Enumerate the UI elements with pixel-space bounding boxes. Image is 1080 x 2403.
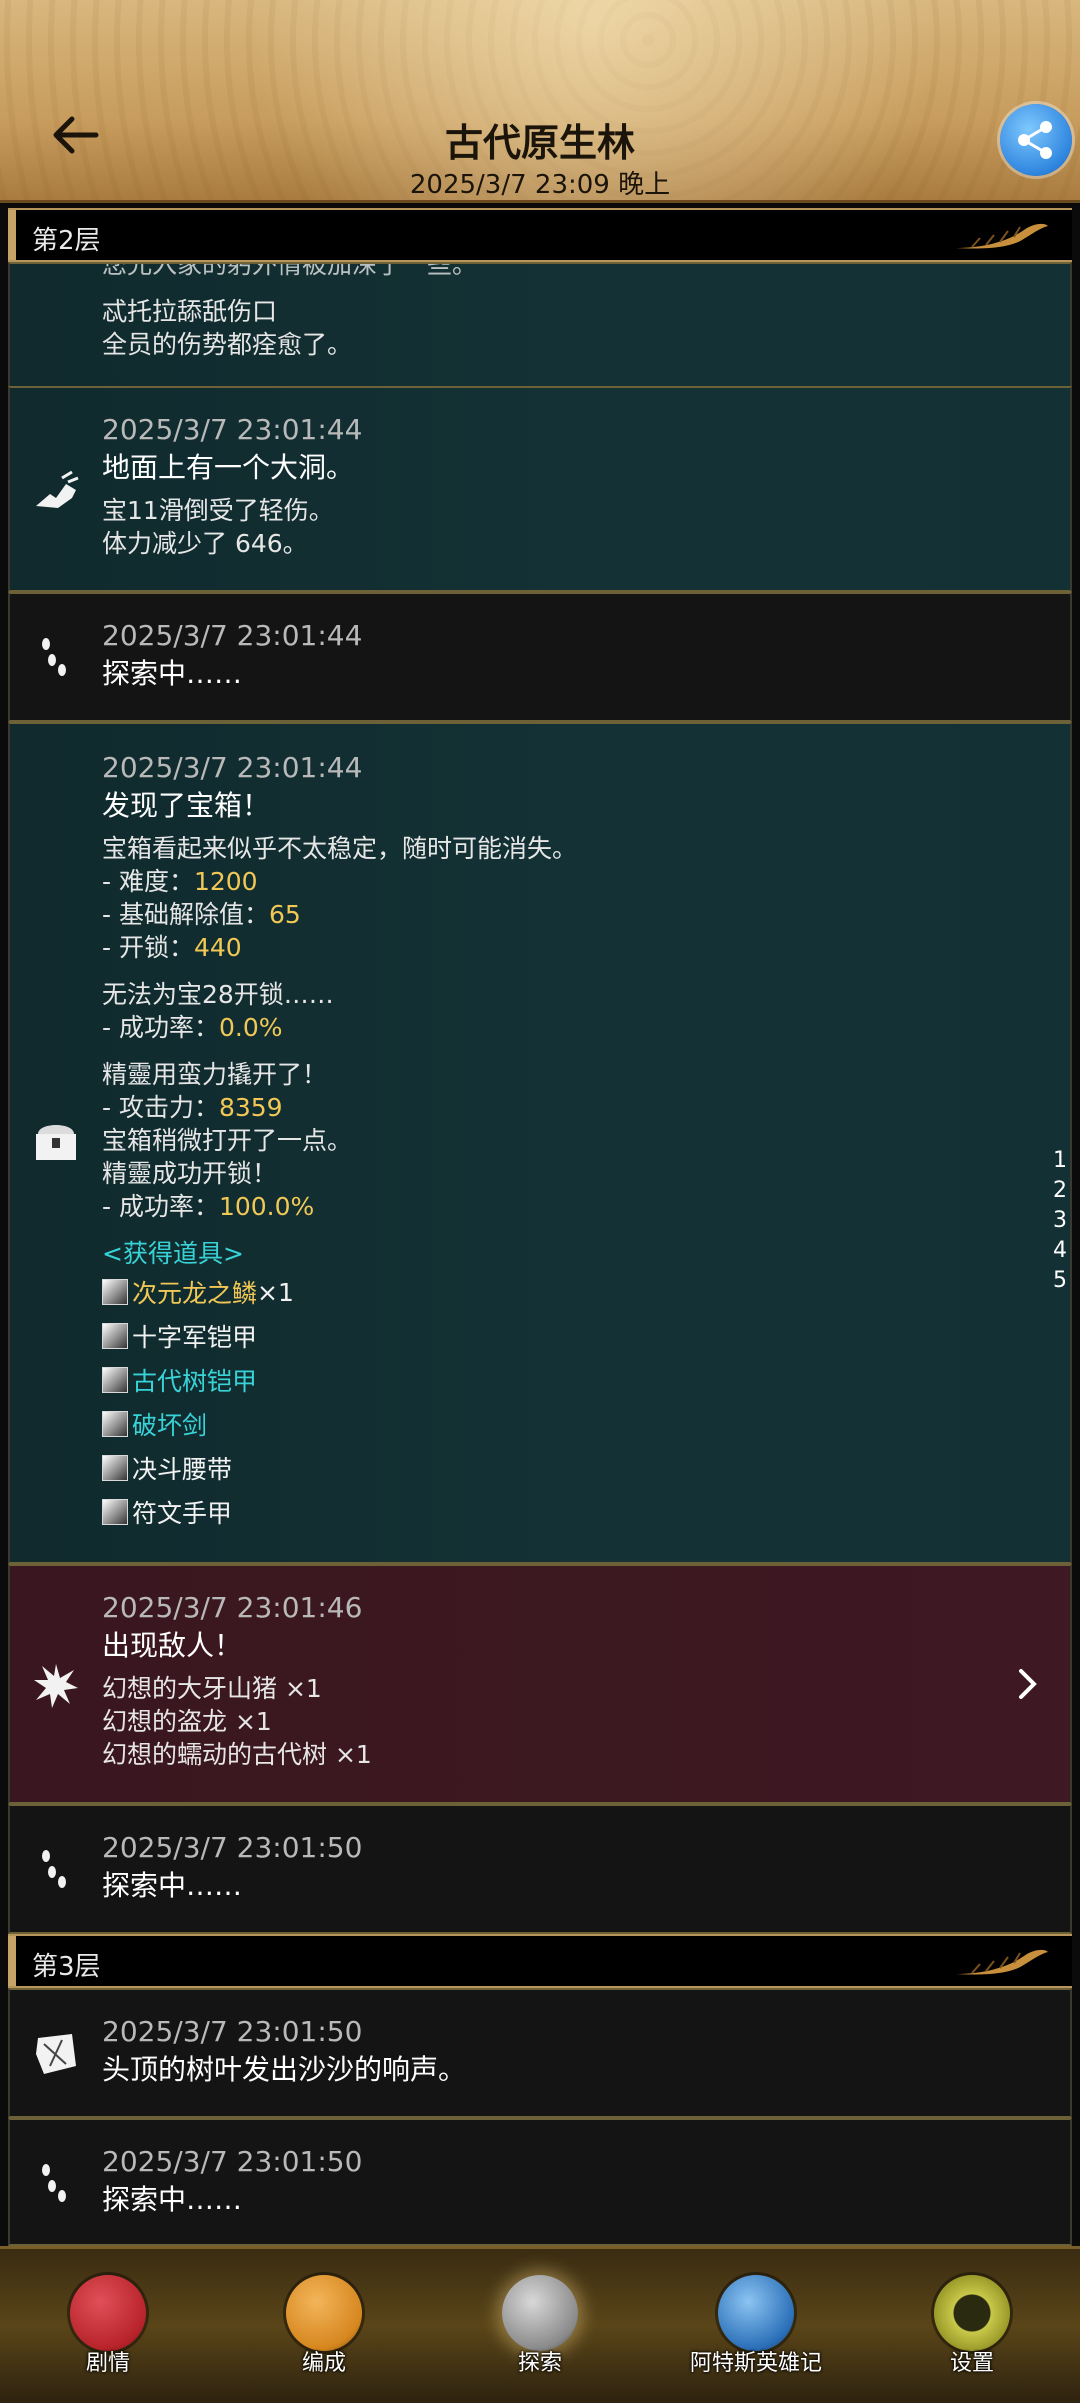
layer-label: 第3层 xyxy=(32,1952,101,1982)
enemy-line: 幻想的盗龙 ×1 xyxy=(102,1707,272,1736)
page-subtitle-datetime: 2025/3/7 23:09 晚上 xyxy=(409,170,671,200)
nav-hero-chronicle[interactable]: 阿特斯英雄记 xyxy=(676,2263,836,2393)
feather-ornament-icon xyxy=(956,1949,1048,1975)
stat-row: - 基础解除值：65 xyxy=(102,900,301,929)
leaves-icon xyxy=(36,2034,76,2074)
explore-map-icon xyxy=(502,2275,578,2351)
footprints-icon xyxy=(42,2164,66,2202)
entry-title: 探索中…… xyxy=(102,1869,243,1902)
bottom-nav: 剧情 编成 探索 阿特斯英雄记 设置 xyxy=(0,2246,1080,2403)
entry-line: 体力减少了 646。 xyxy=(102,529,308,558)
page-index-item[interactable]: 1 xyxy=(1050,1146,1070,1176)
page-index-item[interactable]: 4 xyxy=(1050,1236,1070,1266)
entry-cut-line: 您允入家的躬外情被加深了一些。 xyxy=(102,262,478,279)
entry-timestamp: 2025/3/7 23:01:44 xyxy=(102,751,363,784)
stat-row: - 成功率：100.0% xyxy=(102,1192,315,1221)
settings-gear-icon xyxy=(934,2275,1010,2351)
log-entry-exploring: 2025/3/7 23:01:44 探索中…… xyxy=(8,592,1072,722)
stat-row: - 攻击力：8359 xyxy=(102,1093,283,1122)
footprints-icon xyxy=(42,638,66,676)
entry-title: 探索中…… xyxy=(102,2183,243,2216)
loot-item[interactable]: 决斗腰带 xyxy=(102,1446,1050,1490)
entry-line: 全员的伤势都痊愈了。 xyxy=(102,330,353,359)
pit-icon xyxy=(36,470,79,508)
hero-scroll-icon xyxy=(718,2275,794,2351)
log-entry-treasure: 2025/3/7 23:01:44 发现了宝箱！ 宝箱看起来似乎不太稳定，随时可… xyxy=(8,722,1072,1564)
entry-title: 头顶的树叶发出沙沙的响声。 xyxy=(102,2053,467,2086)
enemy-line: 幻想的大牙山猪 ×1 xyxy=(102,1674,322,1703)
entry-line: 忒托拉舔舐伤口 xyxy=(102,297,278,326)
enemy-burst-icon xyxy=(34,1664,78,1708)
loot-item[interactable]: 次元龙之鳞 ×1 xyxy=(102,1270,1050,1314)
entry-timestamp: 2025/3/7 23:01:50 xyxy=(102,1831,363,1864)
layer-header-2: 第2层 xyxy=(8,208,1072,262)
nav-explore[interactable]: 探索 xyxy=(460,2263,620,2393)
force-open-line: 精靈用蛮力撬开了！ xyxy=(102,1060,328,1089)
entry-timestamp: 2025/3/7 23:01:44 xyxy=(102,619,363,652)
rune-gauntlet-icon xyxy=(102,1499,128,1525)
layer-header-3: 第3层 xyxy=(8,1934,1072,1988)
share-icon xyxy=(1018,121,1052,159)
chevron-right-icon xyxy=(1019,1669,1037,1699)
items-header: <获得道具> xyxy=(102,1239,244,1268)
page-index: 1 2 3 4 5 xyxy=(1050,1146,1070,1296)
page-index-item[interactable]: 3 xyxy=(1050,1206,1070,1236)
open-line: 宝箱稍微打开了一点。 xyxy=(102,1126,353,1155)
formation-crest-icon xyxy=(286,2275,362,2351)
entry-title: 出现敌人！ xyxy=(102,1629,243,1662)
loot-item[interactable]: 符文手甲 xyxy=(102,1490,1050,1534)
enemy-line: 幻想的蠕动的古代树 ×1 xyxy=(102,1740,372,1769)
entry-title: 发现了宝箱！ xyxy=(102,789,271,822)
page-title: 古代原生林 xyxy=(444,121,635,165)
stat-row: - 成功率：0.0% xyxy=(102,1013,283,1042)
treasure-chest-icon xyxy=(36,1125,76,1160)
entry-timestamp: 2025/3/7 23:01:50 xyxy=(102,2015,363,2048)
loot-item[interactable]: 古代树铠甲 xyxy=(102,1358,1050,1402)
log-entry-exploring: 2025/3/7 23:01:50 探索中…… xyxy=(8,2118,1072,2246)
log-entry-exploring: 2025/3/7 23:01:50 探索中…… xyxy=(8,1804,1072,1934)
nav-story[interactable]: 剧情 xyxy=(28,2263,188,2393)
open-line: 精靈成功开锁！ xyxy=(102,1159,278,1188)
entry-timestamp: 2025/3/7 23:01:46 xyxy=(102,1591,363,1624)
loot-item[interactable]: 十字军铠甲 xyxy=(102,1314,1050,1358)
dragon-scale-icon xyxy=(102,1279,128,1305)
treasure-description: 宝箱看起来似乎不太稳定，随时可能消失。 xyxy=(102,834,578,863)
footprints-icon xyxy=(42,1850,66,1888)
duel-belt-icon xyxy=(102,1455,128,1481)
nav-settings[interactable]: 设置 xyxy=(892,2263,1052,2393)
nav-formation[interactable]: 编成 xyxy=(244,2263,404,2393)
page-index-item[interactable]: 5 xyxy=(1050,1266,1070,1296)
destruction-sword-icon xyxy=(102,1411,128,1437)
header: 古代原生林 2025/3/7 23:09 晚上 xyxy=(0,0,1080,203)
entry-title: 探索中…… xyxy=(102,657,243,690)
entry-timestamp: 2025/3/7 23:01:44 xyxy=(102,413,363,446)
unlock-fail-line: 无法为宝28开锁…… xyxy=(102,980,334,1009)
log-entry-heal: 您允入家的躬外情被加深了一些。 忒托拉舔舐伤口 全员的伤势都痊愈了。 xyxy=(8,262,1072,388)
crusader-armor-icon xyxy=(102,1323,128,1349)
share-button[interactable] xyxy=(1000,104,1072,176)
log-entry-leaves: 2025/3/7 23:01:50 头顶的树叶发出沙沙的响声。 xyxy=(8,1988,1072,2118)
story-dragon-icon xyxy=(70,2275,146,2351)
page-index-item[interactable]: 2 xyxy=(1050,1176,1070,1206)
entry-timestamp: 2025/3/7 23:01:50 xyxy=(102,2145,363,2178)
ancient-tree-armor-icon xyxy=(102,1367,128,1393)
entry-line: 宝11滑倒受了轻伤。 xyxy=(102,496,334,525)
stat-row: - 开锁：440 xyxy=(102,933,242,962)
loot-item[interactable]: 破坏剑 xyxy=(102,1402,1050,1446)
stat-row: - 难度：1200 xyxy=(102,867,258,896)
entry-title: 地面上有一个大洞。 xyxy=(102,451,355,484)
feather-ornament-icon xyxy=(956,223,1048,249)
log-entry-enemy[interactable]: 2025/3/7 23:01:46 出现敌人！ 幻想的大牙山猪 ×1 幻想的盗龙… xyxy=(8,1564,1072,1804)
log-entry-pit: 2025/3/7 23:01:44 地面上有一个大洞。 宝11滑倒受了轻伤。 体… xyxy=(8,386,1072,592)
layer-label: 第2层 xyxy=(32,226,101,256)
